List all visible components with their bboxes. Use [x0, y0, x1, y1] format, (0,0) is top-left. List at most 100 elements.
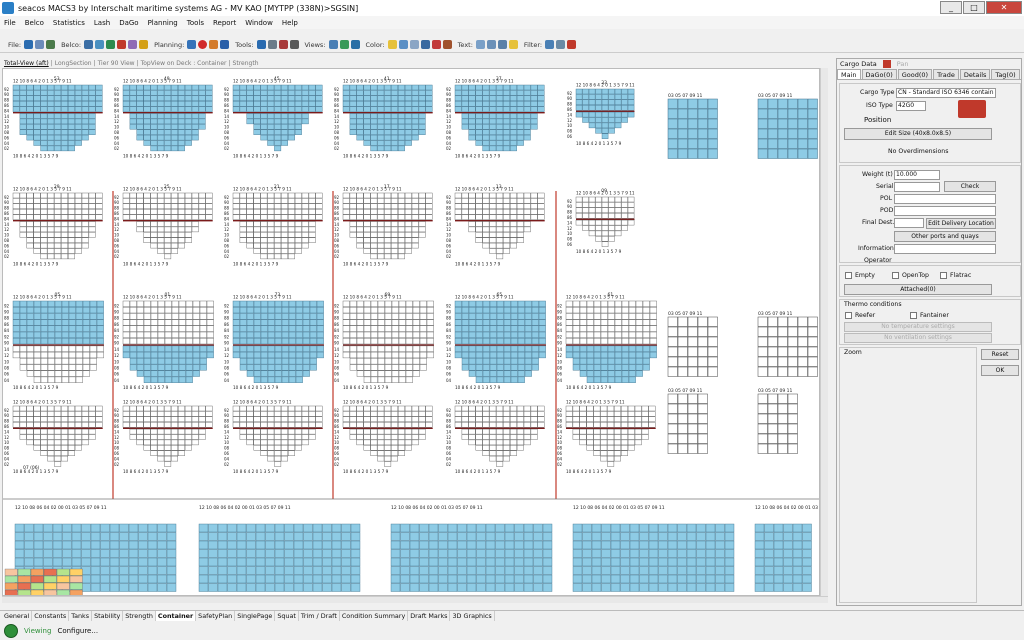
pan-tab[interactable]: Pan — [897, 60, 909, 68]
information-input[interactable] — [894, 244, 996, 254]
text-star-icon[interactable] — [508, 40, 518, 49]
tab-trim-draft[interactable]: Trim / Draft — [299, 611, 340, 621]
menu-planning[interactable]: Planning — [148, 19, 178, 27]
ok-button[interactable]: OK — [981, 365, 1019, 376]
tab-stability[interactable]: Stability — [92, 611, 124, 621]
color-active-icon[interactable] — [420, 40, 430, 49]
iso-type-select[interactable]: 42G0 — [896, 101, 926, 111]
planning-doc-icon[interactable] — [187, 40, 197, 49]
check-button[interactable]: Check — [944, 181, 996, 192]
pin-icon[interactable] — [882, 60, 891, 68]
bay-plan-canvas[interactable]: 5312 10 8 6 4 2 0 1 3 5 7 9 119290888684… — [3, 69, 820, 596]
text-1-icon[interactable] — [475, 40, 485, 49]
reefer-checkbox[interactable] — [845, 312, 852, 319]
pol-select[interactable] — [894, 194, 996, 204]
color-weight-icon[interactable] — [409, 40, 419, 49]
tab-draft-marks[interactable]: Draft Marks — [408, 611, 451, 621]
planning-wrench-icon[interactable] — [209, 40, 219, 49]
configure-dropdown[interactable]: Configure... — [57, 627, 98, 635]
color-star-icon[interactable] — [387, 40, 397, 49]
save-icon[interactable] — [24, 40, 34, 49]
print-icon[interactable] — [46, 40, 56, 49]
tab-squat[interactable]: Squat — [275, 611, 299, 621]
belco-alert-icon[interactable] — [117, 40, 127, 49]
belco-ship-icon[interactable] — [84, 40, 94, 49]
belco-tool-icon[interactable] — [128, 40, 138, 49]
menu-lash[interactable]: Lash — [94, 19, 110, 27]
tab-tier90[interactable]: Tier 90 View — [98, 60, 135, 67]
tab-strength[interactable]: Strength — [233, 60, 259, 67]
menu-report[interactable]: Report — [213, 19, 236, 27]
open-icon[interactable] — [35, 40, 45, 49]
stowage-plan-view[interactable]: 53 12 10 8 6 4 2 0 1 3 5 7 9 11 92 90 88 86 84… — [2, 68, 820, 596]
flatrac-checkbox[interactable] — [940, 272, 947, 279]
tab-tag[interactable]: Tag(0) — [991, 69, 1020, 79]
views-people-icon[interactable] — [339, 40, 349, 49]
text-3-icon[interactable] — [497, 40, 507, 49]
tools-report-icon[interactable] — [278, 40, 288, 49]
fantainer-checkbox[interactable] — [910, 312, 917, 319]
final-dest-input[interactable] — [894, 218, 924, 228]
empty-checkbox[interactable] — [845, 272, 852, 279]
horizontal-scrollbar[interactable] — [2, 596, 828, 603]
views-bay-icon[interactable] — [328, 40, 338, 49]
menu-belco[interactable]: Belco — [25, 19, 44, 27]
planning-arrow-icon[interactable] — [220, 40, 230, 49]
planning-stop-icon[interactable] — [198, 40, 208, 49]
color-operator-icon[interactable] — [442, 40, 452, 49]
serial-input[interactable] — [894, 182, 940, 192]
tab-safetyplan[interactable]: SafetyPlan — [196, 611, 236, 621]
views-table-icon[interactable] — [350, 40, 360, 49]
filter-clear-icon[interactable] — [567, 40, 577, 49]
tab-total-view[interactable]: Total-View (aft) — [4, 60, 49, 67]
tab-strength-bottom[interactable]: Strength — [123, 611, 156, 621]
tools-calc-icon[interactable] — [289, 40, 299, 49]
opentop-checkbox[interactable] — [892, 272, 899, 279]
text-2-icon[interactable] — [486, 40, 496, 49]
tab-details[interactable]: Details — [959, 69, 991, 79]
tab-good[interactable]: Good(0) — [897, 69, 933, 79]
viewing-dropdown[interactable]: Viewing — [24, 627, 51, 635]
belco-load-icon[interactable] — [95, 40, 105, 49]
tab-main[interactable]: Main — [837, 69, 861, 79]
pod-select[interactable] — [894, 206, 996, 216]
filter-2-icon[interactable] — [556, 40, 566, 49]
close-button[interactable]: ✕ — [986, 1, 1022, 14]
tab-condition-summary[interactable]: Condition Summary — [340, 611, 409, 621]
ventilation-settings-button[interactable]: No ventilation settings — [844, 333, 992, 343]
belco-check-icon[interactable] — [106, 40, 116, 49]
belco-export-icon[interactable] — [139, 40, 149, 49]
tab-3d-graphics[interactable]: 3D Graphics — [450, 611, 495, 621]
menu-window[interactable]: Window — [245, 19, 273, 27]
color-dg-icon[interactable] — [431, 40, 441, 49]
tab-trade[interactable]: Trade — [933, 69, 959, 79]
maximize-button[interactable]: □ — [963, 1, 985, 14]
tab-constants[interactable]: Constants — [32, 611, 70, 621]
tab-topview[interactable]: TopView on Deck : Container — [141, 60, 227, 67]
edit-size-button[interactable]: Edit Size (40x8.0x8.5) — [844, 128, 992, 140]
minimize-button[interactable]: _ — [940, 1, 962, 14]
tab-container[interactable]: Container — [155, 611, 197, 621]
menu-file[interactable]: File — [4, 19, 16, 27]
tab-singlepage[interactable]: SinglePage — [235, 611, 276, 621]
anchor-icon[interactable] — [256, 40, 266, 49]
menu-statistics[interactable]: Statistics — [53, 19, 85, 27]
menu-help[interactable]: Help — [282, 19, 298, 27]
tab-longsection[interactable]: LongSection — [55, 60, 92, 67]
vertical-scrollbar[interactable] — [820, 68, 828, 596]
attached-button[interactable]: Attached(0) — [844, 284, 992, 295]
tab-general[interactable]: General — [2, 611, 33, 621]
other-ports-button[interactable]: Other ports and quays — [894, 231, 996, 242]
edit-delivery-location-button[interactable]: Edit Delivery Location — [926, 218, 996, 229]
weight-input[interactable]: 10.000 — [894, 170, 940, 180]
reset-button[interactable]: Reset — [981, 349, 1019, 360]
filter-1-icon[interactable] — [545, 40, 555, 49]
color-port-icon[interactable] — [398, 40, 408, 49]
temperature-settings-button[interactable]: No temperature settings — [844, 322, 992, 332]
menu-dago[interactable]: DaGo — [119, 19, 138, 27]
tab-dago[interactable]: DaGo(0) — [861, 69, 897, 79]
tab-tanks[interactable]: Tanks — [69, 611, 93, 621]
tools-grid-icon[interactable] — [267, 40, 277, 49]
cargo-type-select[interactable]: CN - Standard ISO 6346 contain — [896, 88, 996, 98]
menu-tools[interactable]: Tools — [187, 19, 204, 27]
